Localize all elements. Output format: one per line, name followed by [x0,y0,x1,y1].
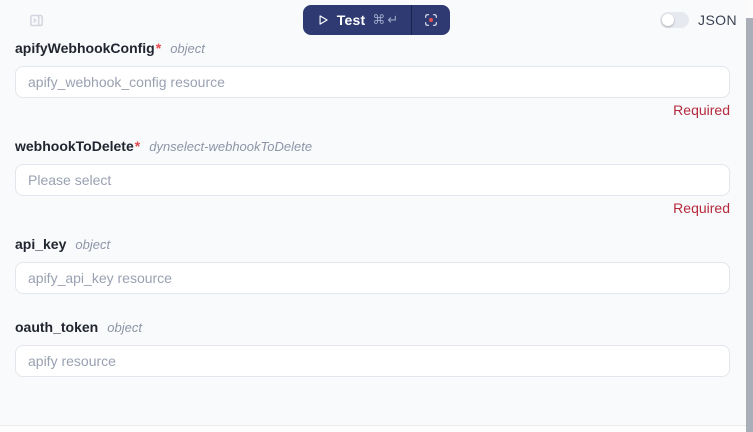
field-type: dynselect-webhookToDelete [149,139,313,154]
field-type: object [170,41,205,56]
field-name: oauth_token [15,319,99,335]
step-settings-form: apifyWebhookConfig* object Required webh… [0,40,753,377]
test-button[interactable]: Test ⌘↵ [303,5,411,35]
apifyWebhookConfig-input[interactable] [15,66,730,98]
api_key-input[interactable] [15,262,730,294]
play-icon [316,13,330,27]
field-oauth_token: oauth_token object [15,320,730,377]
focus-step-button[interactable] [412,5,450,35]
test-button-group: Test ⌘↵ [302,5,451,35]
error-row: Required [15,200,730,217]
bottom-divider [0,425,746,432]
test-shortcut: ⌘↵ [372,12,401,27]
webhookToDelete-select[interactable] [15,164,730,196]
panel-expand-icon[interactable] [29,13,44,28]
oauth_token-input[interactable] [15,345,730,377]
field-label-row: apifyWebhookConfig * object [15,40,730,57]
toggle-knob [662,14,675,26]
field-label-row: oauth_token object [15,319,730,336]
json-toggle-group: JSON [660,0,737,40]
test-button-label: Test [336,12,366,28]
scrollbar-thumb[interactable] [746,18,753,432]
field-type: object [75,237,111,252]
field-webhookToDelete: webhookToDelete * dynselect-webhookToDele… [15,139,730,217]
field-label-row: webhookToDelete * dynselect-webhookToDele… [15,138,730,155]
scrollbar-track [746,0,753,432]
field-apifyWebhookConfig: apifyWebhookConfig* object Required [15,41,730,119]
field-name: apifyWebhookConfig [15,40,155,56]
field-api_key: api_key object [15,237,730,294]
required-asterisk: * [134,138,141,154]
focus-target-icon [423,12,439,28]
toolbar: Test ⌘↵ JSON [0,0,753,40]
required-error: Required [673,200,730,216]
json-toggle-label: JSON [698,12,737,28]
required-asterisk: * [155,40,162,56]
field-name: api_key [15,236,67,252]
error-row: Required [15,102,730,119]
field-type: object [107,320,142,335]
field-label-row: api_key object [15,236,730,253]
json-toggle-switch[interactable] [660,12,690,28]
required-error: Required [673,102,730,118]
field-name: webhookToDelete [15,138,134,154]
